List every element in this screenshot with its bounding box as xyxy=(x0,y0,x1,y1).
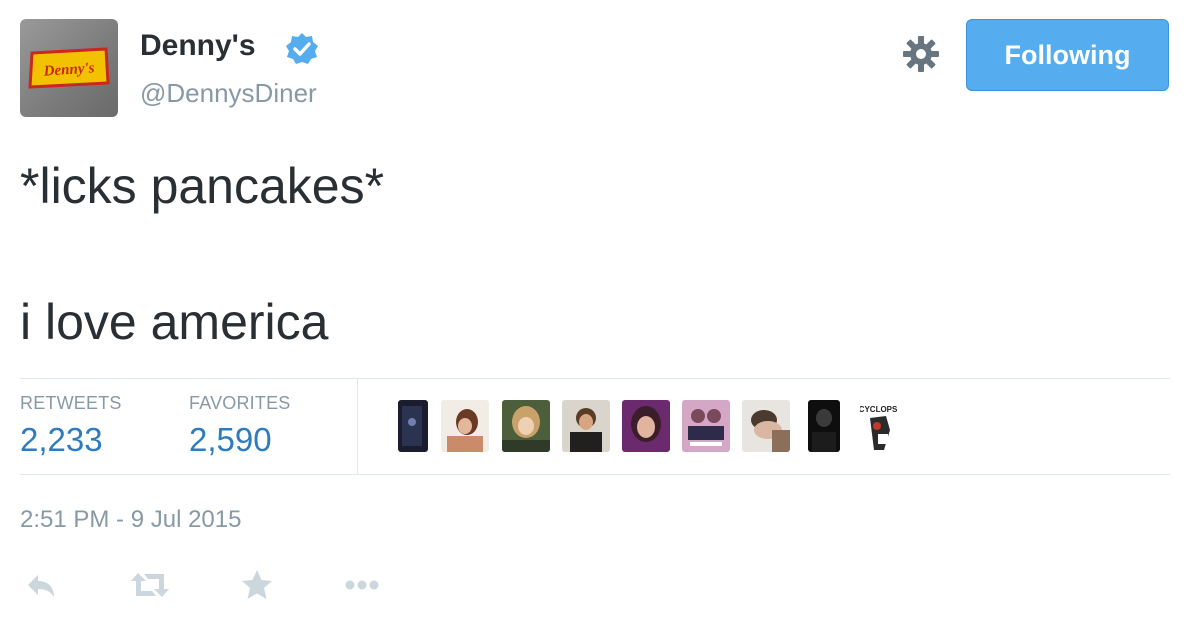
retweets-stat[interactable]: RETWEETS 2,233 xyxy=(20,392,122,460)
tweet-text-line: i love america xyxy=(20,294,329,350)
retweets-label: RETWEETS xyxy=(20,393,122,413)
stats-bottom-divider xyxy=(20,474,1170,475)
stats-top-divider xyxy=(20,378,1170,379)
favoriter-avatar[interactable] xyxy=(562,400,610,452)
favorites-stat[interactable]: FAVORITES 2,590 xyxy=(189,392,291,460)
favoriter-avatar[interactable] xyxy=(502,400,550,452)
favoriter-avatar[interactable] xyxy=(742,400,790,452)
favoriter-avatar[interactable] xyxy=(622,400,670,452)
favoriter-avatar[interactable] xyxy=(682,400,730,452)
tweet-text-line: *licks pancakes* xyxy=(20,158,385,214)
following-button[interactable]: Following xyxy=(966,19,1169,91)
screen-name[interactable]: @DennysDiner xyxy=(140,77,317,109)
tweet-card: Denny's Denny's @DennysDiner Following *… xyxy=(0,0,1200,634)
more-dots-icon[interactable] xyxy=(340,565,384,605)
verified-badge-icon xyxy=(286,33,318,64)
favoriter-avatar[interactable] xyxy=(441,400,489,452)
retweet-icon[interactable] xyxy=(128,565,172,605)
tweet-timestamp[interactable]: 2:51 PM - 9 Jul 2015 xyxy=(20,505,241,535)
favoriter-avatar[interactable] xyxy=(398,400,428,452)
display-name[interactable]: Denny's xyxy=(140,28,256,64)
reply-icon[interactable] xyxy=(22,565,60,605)
favorite-star-icon[interactable] xyxy=(238,565,276,605)
dennys-logo: Denny's xyxy=(28,47,110,89)
gear-icon[interactable] xyxy=(902,35,940,73)
favorites-label: FAVORITES xyxy=(189,393,291,413)
favorites-count: 2,590 xyxy=(189,421,272,458)
favoriter-avatar-caption: CYCLOPS xyxy=(860,405,898,414)
profile-avatar[interactable]: Denny's xyxy=(20,19,118,117)
retweets-count: 2,233 xyxy=(20,421,103,458)
stats-separator xyxy=(357,379,358,474)
tweet-text: *licks pancakes* i love america xyxy=(20,152,1170,356)
favoriter-avatar[interactable] xyxy=(808,400,840,452)
favoriter-avatar[interactable]: CYCLOPS xyxy=(860,400,908,452)
